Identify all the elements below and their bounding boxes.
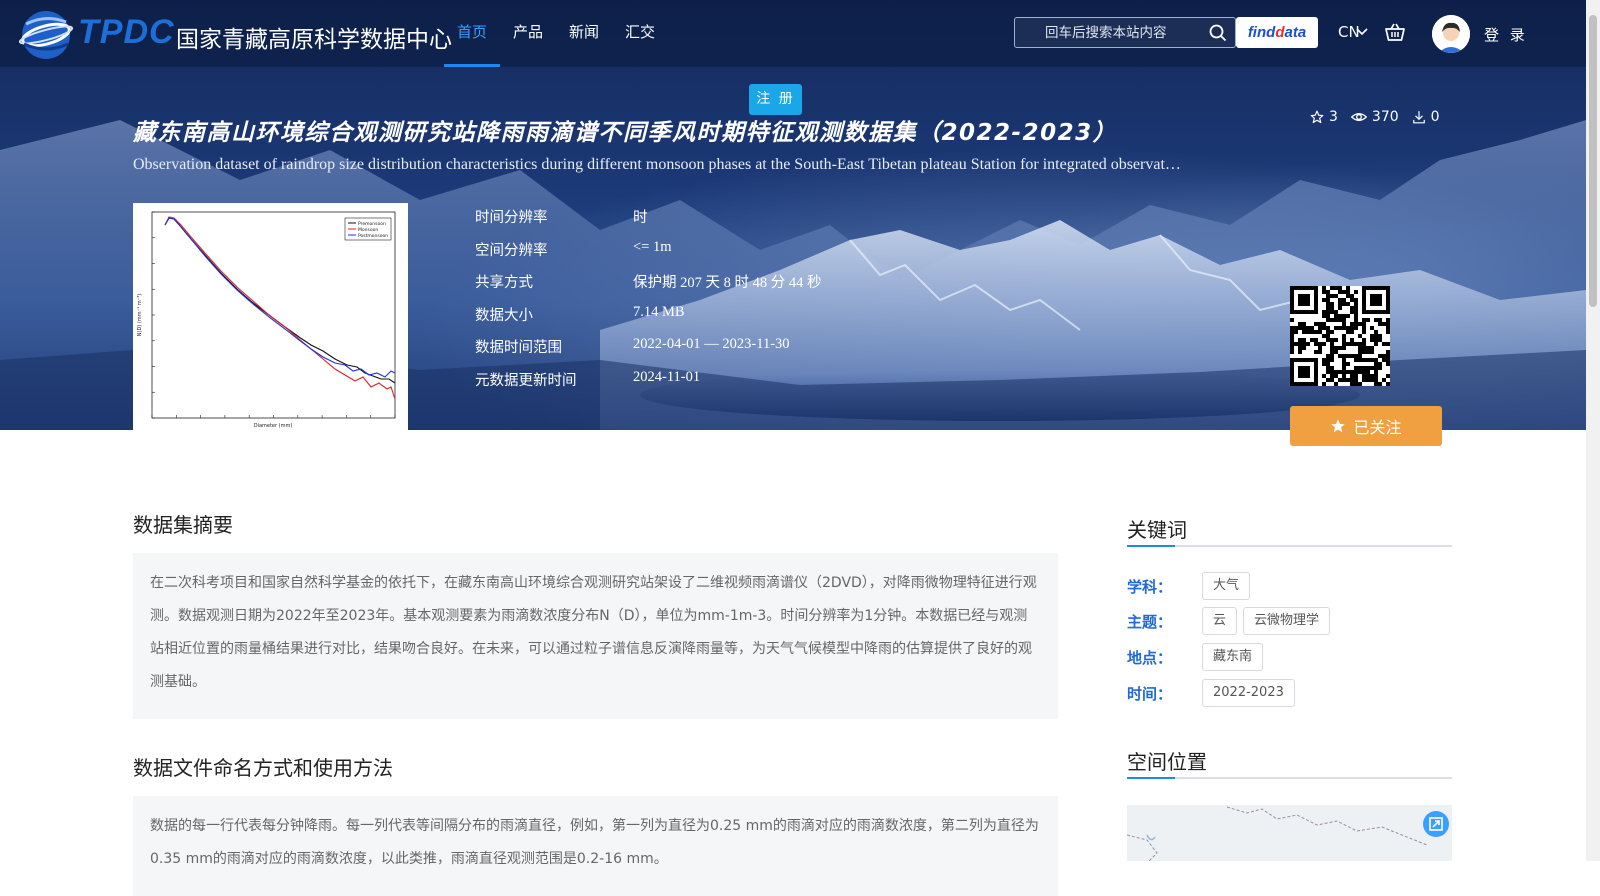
user-avatar-icon [1432,15,1470,53]
dataset-title-cn: 藏东南高山环境综合观测研究站降雨雨滴谱不同季风时期特征观测数据集（2022-20… [133,120,1118,146]
series-postmonsoon [164,217,396,378]
expand-map-icon[interactable] [1422,810,1450,838]
avatar[interactable] [1432,15,1470,53]
dataset-hero: TPDC 国家青藏高原科学数据中心 首页 产品 新闻 汇交 finddata C… [0,0,1586,430]
eye-icon [1350,113,1367,121]
series-monsoon [164,216,396,400]
abstract-text: 在二次科考项目和国家自然科学基金的依托下，在藏东南高山环境综合观测研究站架设了二… [133,553,1058,719]
file-usage-heading: 数据文件命名方式和使用方法 [133,756,393,780]
keyword-tag[interactable]: 云 [1202,607,1238,635]
legend-premonsoon: Premonsoon [358,221,386,227]
star-filled-icon [1331,419,1346,433]
page-scrollbar[interactable] [1586,0,1600,861]
thumb-xlabel: Diameter (mm) [254,423,293,429]
star-count: 3 [1310,109,1338,125]
search-icon[interactable] [1209,24,1227,42]
download-icon [1412,111,1425,124]
keywords-divider [1127,545,1452,547]
location-map[interactable] [1127,805,1452,861]
main-nav: 首页 产品 新闻 汇交 [444,0,668,67]
keyword-tag[interactable]: 2022-2023 [1202,679,1295,707]
thumbnail-chart: Premonsoon Monsoon Postmonsoon Diameter … [137,211,396,429]
keywords-heading: 关键词 [1127,518,1187,542]
thumb-ylabel: N(D) (mm⁻¹ m⁻³) [137,294,143,337]
dataset-thumbnail[interactable]: Premonsoon Monsoon Postmonsoon Diameter … [133,203,408,430]
cart-icon[interactable] [1385,22,1405,42]
download-count: 0 [1412,109,1440,125]
abstract-heading: 数据集摘要 [133,513,233,537]
qr-code [1290,286,1390,386]
keyword-tag[interactable]: 大气 [1202,572,1251,600]
search-input[interactable] [1015,18,1200,47]
star-outline-icon [1310,110,1324,124]
findata-link[interactable]: finddata [1236,17,1318,48]
legend-monsoon: Monsoon [358,227,378,233]
site-search [1014,17,1236,48]
dataset-stats: 3 370 0 [1310,109,1453,125]
view-count: 370 [1350,109,1399,125]
dataset-title-en: Observation dataset of raindrop size dis… [133,156,1185,173]
scrollbar-thumb[interactable] [1589,15,1597,307]
location-divider [1127,777,1452,779]
keyword-tag[interactable]: 藏东南 [1202,643,1264,671]
legend-postmonsoon: Postmonsoon [358,233,388,239]
nav-news[interactable]: 新闻 [556,0,612,67]
follow-button[interactable]: 已关注 [1290,406,1442,446]
series-premonsoon [164,217,396,384]
globe-logo-icon [18,11,74,59]
nav-products[interactable]: 产品 [500,0,556,67]
keyword-tag[interactable]: 云微物理学 [1243,607,1331,635]
login-link[interactable]: 登 录 [1484,24,1528,45]
register-button[interactable]: 注 册 [749,84,802,115]
map-boundaries [1127,806,1428,861]
location-heading: 空间位置 [1127,750,1207,774]
logo-text-cn: 国家青藏高原科学数据中心 [176,27,452,53]
logo-text-en: TPDC [78,13,175,51]
file-usage-text: 数据的每一行代表每分钟降雨。每一列代表等间隔分布的雨滴直径，例如，第一列为直径为… [133,796,1058,896]
qr-code-icon [1290,286,1390,386]
site-logo[interactable]: TPDC 国家青藏高原科学数据中心 [16,4,452,64]
nav-submit[interactable]: 汇交 [612,0,668,67]
top-navigation-bar: TPDC 国家青藏高原科学数据中心 首页 产品 新闻 汇交 finddata C… [0,0,1586,67]
nav-home[interactable]: 首页 [444,0,501,67]
chevron-down-icon[interactable] [1356,28,1368,36]
